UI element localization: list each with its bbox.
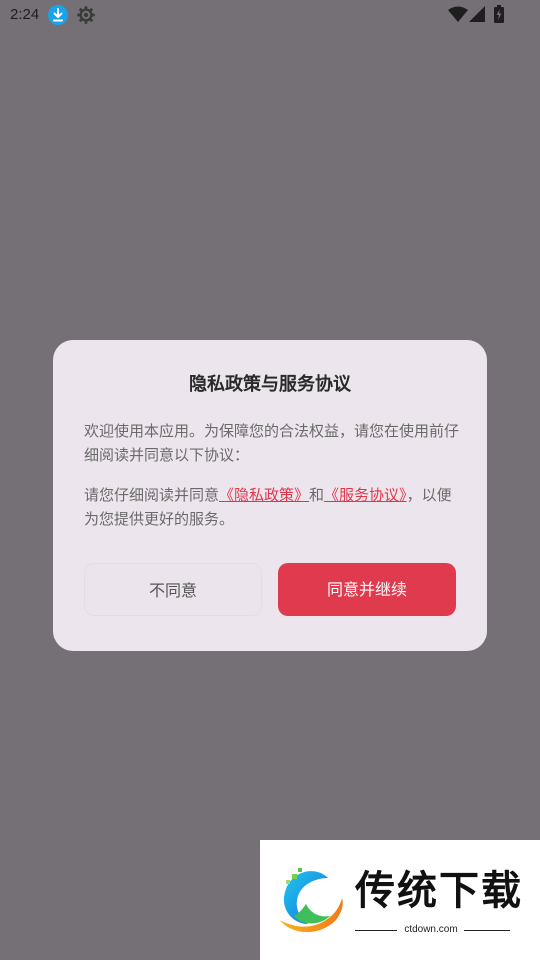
watermark-divider-left	[355, 930, 397, 931]
battery-icon	[494, 5, 504, 27]
watermark: 传统下载 ctdown.com	[260, 840, 540, 960]
watermark-divider-right	[464, 930, 510, 931]
wifi-icon	[448, 6, 468, 26]
dialog-intro-text: 欢迎使用本应用。为保障您的合法权益，请您在使用前仔细阅读并同意以下协议：	[84, 422, 460, 464]
download-icon	[48, 5, 68, 25]
dialog-title: 隐私政策与服务协议	[189, 374, 351, 395]
disagree-button[interactable]: 不同意	[84, 563, 262, 616]
ctdown-logo-icon	[270, 860, 350, 944]
consent-prefix-text: 请您仔细阅读并同意	[84, 486, 220, 504]
service-agreement-link[interactable]: 《服务协议》	[324, 486, 407, 504]
status-bar: 2:24	[0, 0, 540, 32]
gear-icon	[76, 5, 96, 29]
watermark-url: ctdown.com	[404, 924, 458, 935]
privacy-policy-link[interactable]: 《隐私政策》	[219, 486, 309, 504]
agree-continue-button[interactable]: 同意并继续	[278, 563, 456, 616]
dialog-consent-text: 请您仔细阅读并同意《隐私政策》和《服务协议》，以便为您提供更好的服务。	[84, 483, 460, 531]
watermark-title: 传统下载	[355, 868, 523, 914]
signal-icon	[469, 6, 485, 26]
consent-and-text: 和	[309, 486, 325, 504]
privacy-dialog: 隐私政策与服务协议 欢迎使用本应用。为保障您的合法权益，请您在使用前仔细阅读并同…	[53, 340, 487, 651]
status-time: 2:24	[10, 6, 40, 23]
